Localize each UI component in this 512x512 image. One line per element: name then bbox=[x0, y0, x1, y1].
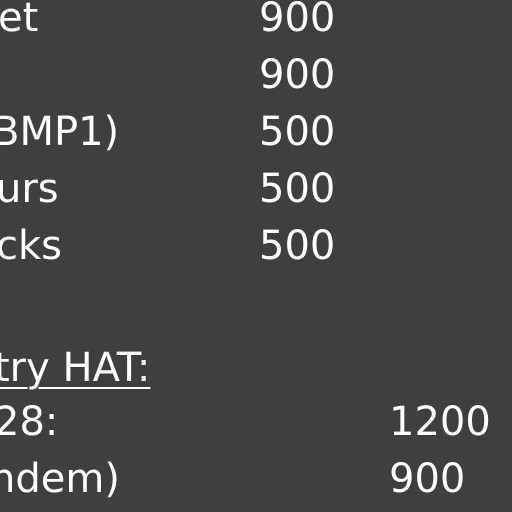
row-value: 900 bbox=[259, 52, 336, 98]
row-value: 500 bbox=[259, 166, 336, 212]
row-value: 900 bbox=[259, 0, 336, 41]
row-label: BMP1) bbox=[0, 109, 120, 155]
row-label: urs bbox=[0, 166, 59, 212]
section-heading: try HAT: bbox=[0, 345, 151, 391]
row-value: 900 bbox=[389, 456, 466, 502]
row-value: 1200 bbox=[389, 399, 491, 445]
row-value: 500 bbox=[259, 223, 336, 269]
row-label: cks bbox=[0, 223, 62, 269]
row-label: ndem) bbox=[0, 456, 120, 502]
row-label: et bbox=[0, 0, 39, 41]
row-value: 500 bbox=[259, 109, 336, 155]
row-label: 28: bbox=[0, 399, 59, 445]
